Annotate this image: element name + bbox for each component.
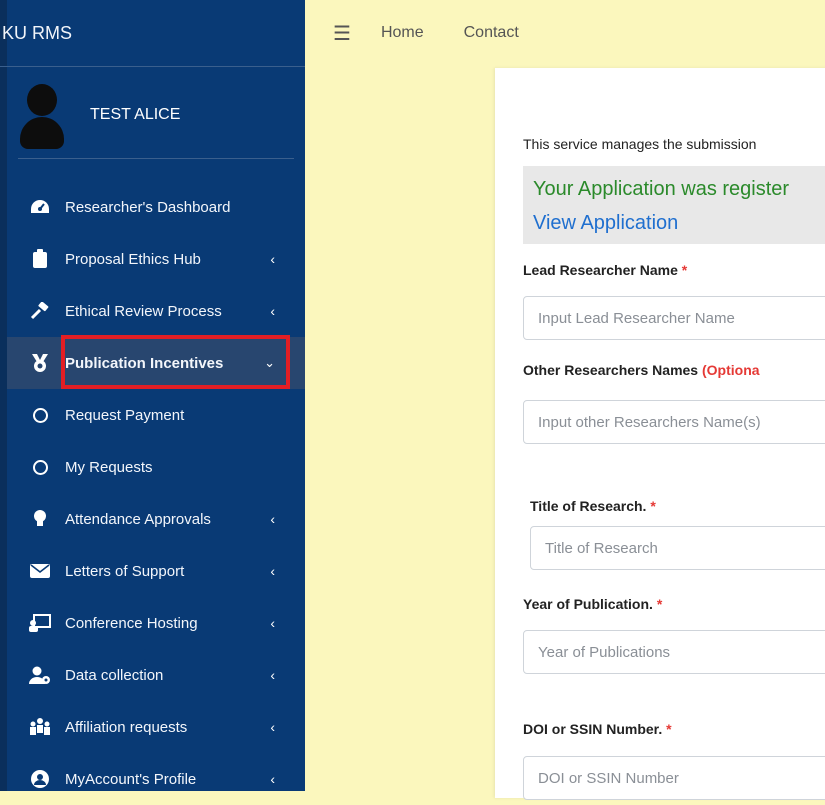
sidebar-item-label: Attendance Approvals (65, 510, 211, 528)
gavel-icon (29, 301, 51, 321)
hamburger-icon[interactable]: ☰ (333, 21, 351, 46)
intro-text: This service manages the submission (523, 136, 757, 152)
topbar: ☰ Home Contact (305, 0, 825, 66)
avatar-icon (20, 84, 64, 149)
user-circle-icon (29, 769, 51, 789)
chevron-left-icon: ‹ (270, 563, 275, 579)
sidebar-item-label: Proposal Ethics Hub (65, 250, 201, 268)
chevron-left-icon: ‹ (270, 667, 275, 683)
sidebar-item-label: Affiliation requests (65, 718, 188, 736)
chevron-down-icon: ⌄ (264, 355, 275, 370)
sidebar-item-ethical-review-process[interactable]: Ethical Review Process ‹ (7, 285, 305, 337)
view-application-link[interactable]: View Application (533, 212, 678, 235)
chevron-left-icon: ‹ (270, 511, 275, 527)
optional-mark: (Optiona (702, 362, 760, 378)
sidebar-item-attendance-approvals[interactable]: Attendance Approvals ‹ (7, 493, 305, 545)
circle-icon (29, 405, 51, 425)
sidebar-item-data-collection[interactable]: Data collection ‹ (7, 649, 305, 701)
brand[interactable]: KU RMS (0, 0, 305, 67)
chevron-left-icon: ‹ (270, 303, 275, 319)
brand-name[interactable]: KU RMS (0, 23, 72, 44)
nav-link-home[interactable]: Home (381, 24, 424, 42)
sidebar-item-label: Request Payment (65, 406, 185, 424)
dashboard-icon (29, 197, 51, 217)
sidebar-item-label: Data collection (65, 666, 164, 684)
field-label-year-of-publication: Year of Publication. * (523, 596, 662, 612)
lead-researcher-input[interactable] (524, 297, 825, 339)
other-researchers-field[interactable] (523, 400, 825, 444)
sidebar-item-label: Conference Hosting (65, 614, 198, 632)
field-label-other-researchers: Other Researchers Names (Optiona (523, 362, 760, 378)
divider (18, 158, 294, 159)
sidebar-item-researchers-dashboard[interactable]: Researcher's Dashboard (7, 181, 305, 233)
sidebar-item-label: Researcher's Dashboard (65, 198, 231, 216)
required-mark: * (681, 262, 688, 278)
user-name[interactable]: TEST ALICE (90, 106, 180, 124)
label-text: DOI or SSIN Number. (523, 721, 663, 737)
chevron-left-icon: ‹ (270, 771, 275, 787)
doi-input[interactable] (524, 757, 825, 799)
field-label-doi: DOI or SSIN Number. * (523, 721, 672, 737)
field-label-title-of-research: Title of Research. * (530, 498, 656, 514)
sidebar-item-proposal-ethics-hub[interactable]: Proposal Ethics Hub ‹ (7, 233, 305, 285)
label-text: Year of Publication. (523, 596, 653, 612)
label-text: Lead Researcher Name (523, 262, 678, 278)
chevron-left-icon: ‹ (270, 251, 275, 267)
label-text: Other Researchers Names (523, 362, 699, 378)
main-card: This service manages the submission Your… (495, 68, 825, 800)
year-of-publication-field[interactable] (523, 630, 825, 674)
title-of-research-input[interactable] (531, 527, 825, 569)
other-researchers-input[interactable] (524, 401, 825, 443)
year-of-publication-input[interactable] (524, 631, 825, 673)
sidebar-edge (0, 0, 7, 791)
sidebar-item-letters-of-support[interactable]: Letters of Support ‹ (7, 545, 305, 597)
circle-icon (29, 457, 51, 477)
sidebar-item-affiliation-requests[interactable]: Affiliation requests ‹ (7, 701, 305, 753)
required-mark: * (656, 596, 663, 612)
users-cog-icon (29, 665, 51, 685)
sidebar-item-label: Letters of Support (65, 562, 185, 580)
sidebar-item-publication-incentives[interactable]: Publication Incentives ⌄ (7, 337, 305, 389)
nav-link-contact[interactable]: Contact (464, 24, 519, 42)
sidebar-item-label: MyAccount's Profile (65, 770, 197, 788)
sidebar-item-my-requests[interactable]: My Requests (7, 441, 305, 493)
chevron-left-icon: ‹ (270, 719, 275, 735)
sidebar-item-my-account-profile[interactable]: MyAccount's Profile ‹ (7, 753, 305, 805)
chevron-left-icon: ‹ (270, 615, 275, 631)
field-label-lead-researcher: Lead Researcher Name * (523, 262, 687, 278)
sidebar-nav: Researcher's Dashboard Proposal Ethics H… (7, 181, 305, 805)
sidebar-item-label: My Requests (65, 458, 153, 476)
title-of-research-field[interactable] (530, 526, 825, 570)
label-text: Title of Research. (530, 498, 647, 514)
doi-field[interactable] (523, 756, 825, 800)
success-alert: Your Application was register View Appli… (523, 166, 825, 244)
chalkboard-icon (29, 613, 51, 633)
user-panel[interactable]: TEST ALICE (20, 84, 180, 149)
required-mark: * (650, 498, 656, 514)
lightbulb-icon (29, 509, 51, 529)
sidebar-item-request-payment[interactable]: Request Payment (7, 389, 305, 441)
envelope-icon (29, 561, 51, 581)
people-icon (29, 717, 51, 737)
medal-icon (29, 353, 51, 373)
lead-researcher-field[interactable] (523, 296, 825, 340)
sidebar-item-label: Publication Incentives (65, 354, 224, 372)
sidebar-item-conference-hosting[interactable]: Conference Hosting ‹ (7, 597, 305, 649)
required-mark: * (666, 721, 672, 737)
clipboard-icon (29, 249, 51, 269)
sidebar: KU RMS TEST ALICE Researcher's Dashboard… (0, 0, 305, 791)
alert-message: Your Application was register (533, 178, 790, 200)
sidebar-item-label: Ethical Review Process (65, 302, 222, 320)
